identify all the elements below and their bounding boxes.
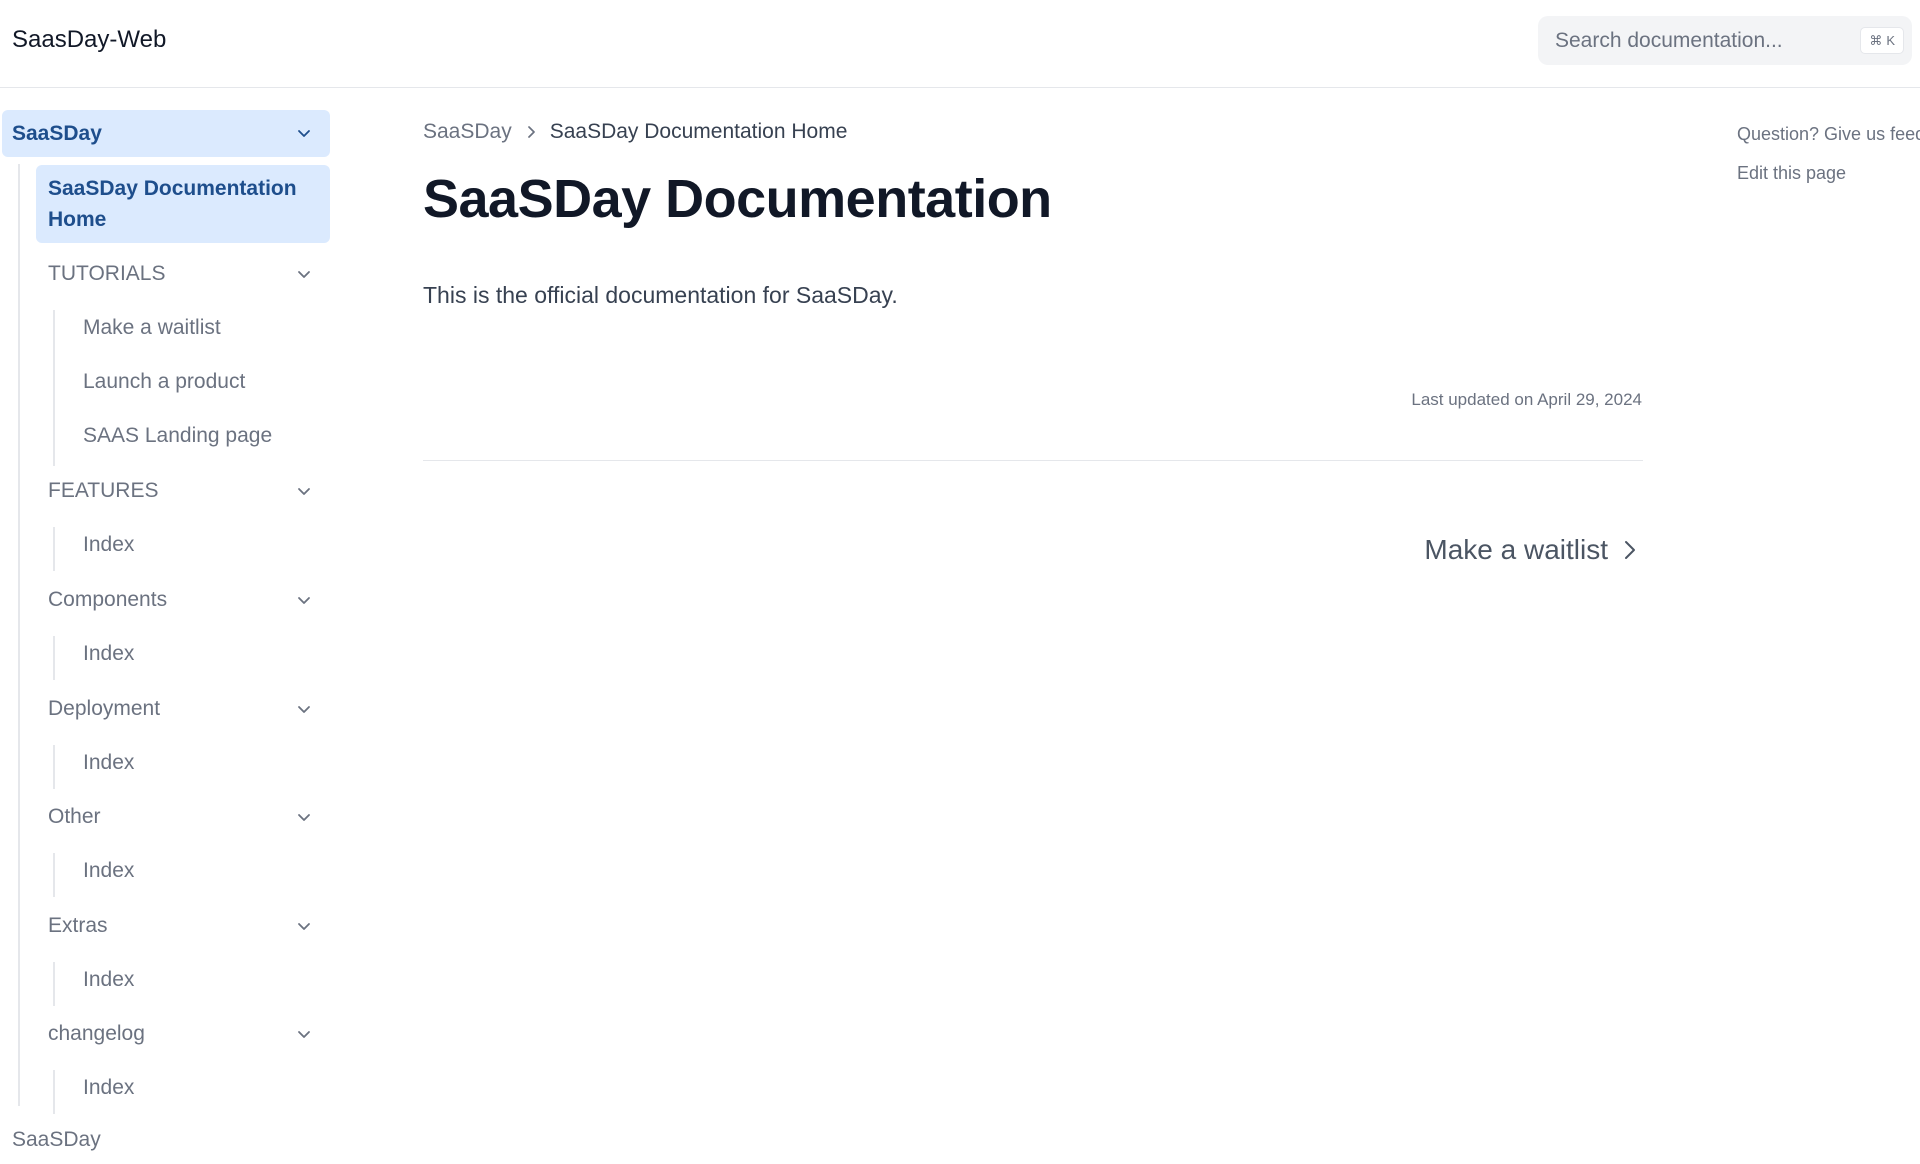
sidebar-section-extras[interactable]: Extras bbox=[48, 908, 330, 944]
sidebar-section-label: Extras bbox=[48, 914, 108, 937]
chevron-down-icon[interactable] bbox=[294, 264, 314, 284]
tree-guide-line bbox=[53, 745, 55, 789]
sidebar-item-saas-landing-page[interactable]: SAAS Landing page bbox=[83, 418, 272, 454]
breadcrumb-current: SaaSDay Documentation Home bbox=[549, 120, 848, 143]
sidebar-section-components[interactable]: Components bbox=[48, 582, 330, 618]
sidebar-section-label: Other bbox=[48, 805, 101, 828]
sidebar-section-tutorials[interactable]: TUTORIALS bbox=[48, 256, 330, 292]
sidebar-item-label: Index bbox=[83, 533, 135, 556]
sidebar-item-features-index[interactable]: Index bbox=[83, 527, 134, 563]
breadcrumb: SaaSDay SaaSDay Documentation Home bbox=[423, 120, 847, 144]
sidebar-section-other[interactable]: Other bbox=[48, 799, 330, 835]
sidebar-section-label: Deployment bbox=[48, 697, 161, 720]
chevron-down-icon[interactable] bbox=[294, 123, 314, 143]
sidebar-item-documentation-home[interactable]: SaaSDay Documentation Home bbox=[36, 165, 330, 243]
sidebar-section-features[interactable]: FEATURES bbox=[48, 473, 330, 509]
sidebar-root-label: SaaSDay bbox=[12, 121, 102, 145]
site-title[interactable]: SaasDay-Web bbox=[12, 26, 166, 54]
edit-page-link[interactable]: Edit this page bbox=[1737, 163, 1920, 184]
tree-guide-line bbox=[18, 164, 20, 1106]
tree-guide-line bbox=[53, 962, 55, 1006]
shortcut-key: K bbox=[1886, 33, 1895, 48]
sidebar-item-extras-index[interactable]: Index bbox=[83, 962, 134, 998]
tree-guide-line bbox=[53, 853, 55, 897]
sidebar-item-launch-a-product[interactable]: Launch a product bbox=[83, 364, 245, 400]
sidebar-item-label: Make a waitlist bbox=[83, 316, 221, 339]
content-divider bbox=[423, 460, 1643, 461]
sidebar-item-label: Index bbox=[83, 751, 135, 774]
page-actions: Question? Give us feedback Edit this pag… bbox=[1737, 124, 1920, 184]
chevron-down-icon[interactable] bbox=[294, 481, 314, 501]
sidebar-item-other-index[interactable]: Index bbox=[83, 853, 134, 889]
next-page-link[interactable]: Make a waitlist bbox=[1424, 534, 1642, 566]
sidebar-footer-saasday[interactable]: SaaSDay bbox=[12, 1128, 101, 1152]
sidebar-section-label: changelog bbox=[48, 1022, 145, 1045]
tree-guide-line bbox=[53, 636, 55, 680]
chevron-down-icon[interactable] bbox=[294, 1024, 314, 1044]
chevron-down-icon[interactable] bbox=[294, 807, 314, 827]
breadcrumb-parent-link[interactable]: SaaSDay bbox=[423, 120, 512, 144]
feedback-link[interactable]: Question? Give us feedback bbox=[1737, 124, 1920, 145]
sidebar-item-label: SAAS Landing page bbox=[83, 424, 273, 447]
page-title: SaaSDay Documentation bbox=[423, 169, 1052, 229]
sidebar: SaaSDay SaaSDay Documentation Home TUTOR… bbox=[0, 88, 340, 1164]
chevron-right-icon bbox=[1625, 541, 1635, 559]
sidebar-section-label: FEATURES bbox=[48, 479, 159, 502]
tree-guide-line bbox=[53, 527, 55, 571]
sidebar-item-deployment-index[interactable]: Index bbox=[83, 745, 134, 781]
sidebar-item-label: Index bbox=[83, 859, 135, 882]
sidebar-item-make-a-waitlist[interactable]: Make a waitlist bbox=[83, 310, 221, 346]
sidebar-item-label: Index bbox=[83, 1076, 135, 1099]
sidebar-section-deployment[interactable]: Deployment bbox=[48, 691, 330, 727]
tree-guide-line bbox=[53, 1070, 55, 1114]
sidebar-section-label: TUTORIALS bbox=[48, 262, 166, 285]
command-key-icon: ⌘ bbox=[1869, 32, 1883, 48]
sidebar-root-saasday[interactable]: SaaSDay bbox=[2, 110, 330, 157]
top-navbar: SaasDay-Web ⌘ K bbox=[0, 0, 1920, 88]
search-shortcut-badge: ⌘ K bbox=[1860, 27, 1904, 54]
sidebar-item-label: Index bbox=[83, 642, 135, 665]
sidebar-section-label: Components bbox=[48, 588, 168, 611]
chevron-right-icon bbox=[522, 123, 540, 141]
sidebar-section-changelog[interactable]: changelog bbox=[48, 1016, 330, 1052]
intro-paragraph: This is the official documentation for S… bbox=[423, 282, 898, 308]
tree-guide-line bbox=[53, 310, 55, 466]
sidebar-item-components-index[interactable]: Index bbox=[83, 636, 134, 672]
sidebar-item-label: Launch a product bbox=[83, 370, 246, 393]
sidebar-item-changelog-index[interactable]: Index bbox=[83, 1070, 134, 1106]
chevron-down-icon[interactable] bbox=[294, 590, 314, 610]
search-input[interactable] bbox=[1538, 16, 1912, 65]
next-page-label: Make a waitlist bbox=[1424, 534, 1608, 565]
chevron-down-icon[interactable] bbox=[294, 699, 314, 719]
last-updated: Last updated on April 29, 2024 bbox=[1411, 390, 1642, 409]
chevron-down-icon[interactable] bbox=[294, 916, 314, 936]
sidebar-item-label: SaaSDay Documentation bbox=[48, 177, 297, 200]
sidebar-item-label: Home bbox=[48, 208, 107, 231]
sidebar-item-label: Index bbox=[83, 968, 135, 991]
search-box[interactable]: ⌘ K bbox=[1538, 16, 1912, 65]
